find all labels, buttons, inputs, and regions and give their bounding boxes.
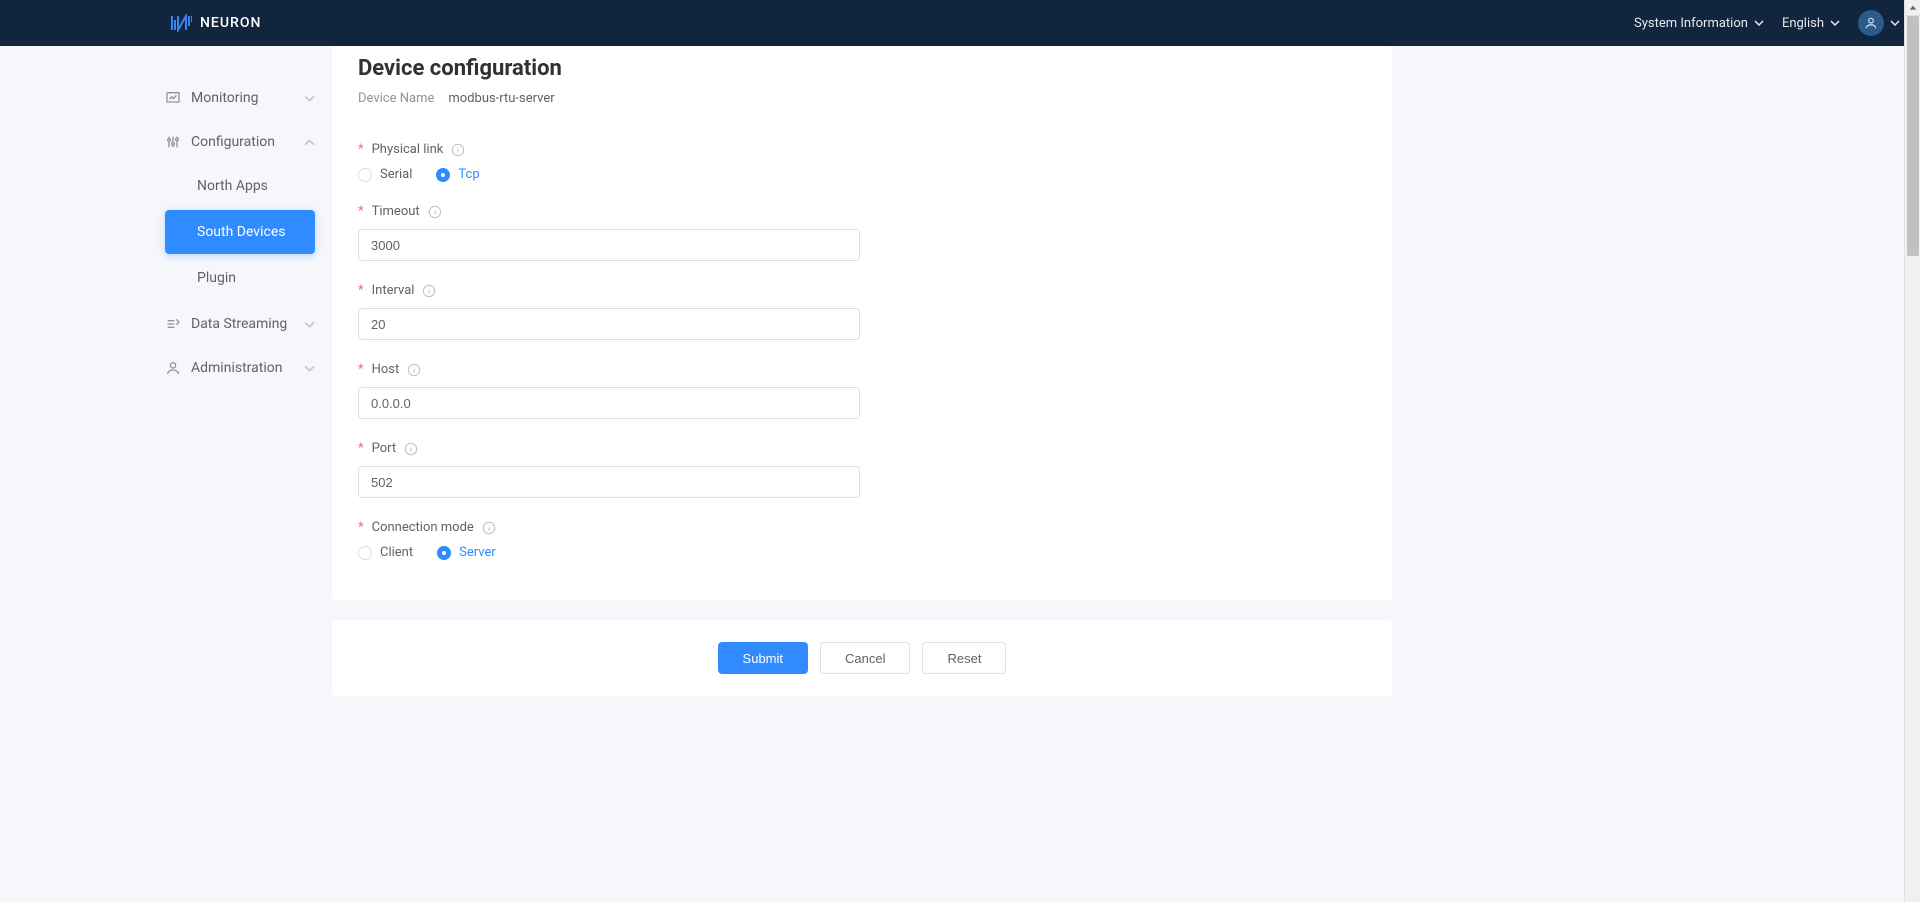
sidebar: Monitoring Configuration [0, 46, 332, 902]
required-star: * [358, 520, 364, 535]
host-label: Host [372, 362, 400, 377]
radio-label: Client [380, 545, 413, 560]
required-star: * [358, 142, 364, 157]
radio-label: Serial [380, 167, 412, 182]
radio-label: Tcp [458, 167, 479, 182]
chevron-down-icon [304, 363, 315, 374]
scroll-up-button[interactable] [1905, 0, 1920, 16]
device-name-label: Device Name [358, 91, 434, 106]
chevron-down-icon [304, 319, 315, 330]
radio-serial[interactable]: Serial [358, 167, 412, 182]
sidebar-item-plugin[interactable]: Plugin [165, 256, 315, 300]
info-icon[interactable] [422, 284, 436, 298]
monitoring-icon [165, 90, 181, 106]
chevron-down-icon [1830, 18, 1840, 28]
interval-input[interactable] [358, 308, 860, 340]
radio-icon [436, 168, 450, 182]
system-info-menu[interactable]: System Information [1634, 16, 1764, 31]
user-icon [1858, 10, 1884, 36]
host-input[interactable] [358, 387, 860, 419]
submit-button[interactable]: Submit [718, 642, 808, 674]
scrollbar[interactable] [1904, 0, 1920, 902]
timeout-label: Timeout [372, 204, 420, 219]
page-title: Device configuration [358, 56, 1212, 91]
physical-link-label: Physical link [372, 142, 444, 157]
connection-mode-label: Connection mode [372, 520, 474, 535]
form-group-host: * Host [358, 362, 1212, 419]
chevron-down-icon [1754, 18, 1764, 28]
radio-icon [358, 546, 372, 560]
radio-tcp[interactable]: Tcp [436, 167, 479, 182]
sidebar-label: Monitoring [191, 90, 294, 106]
sidebar-item-south-devices[interactable]: South Devices [165, 210, 315, 254]
radio-icon [437, 546, 451, 560]
sidebar-item-monitoring[interactable]: Monitoring [165, 76, 315, 120]
language-menu[interactable]: English [1782, 16, 1840, 31]
info-icon[interactable] [407, 363, 421, 377]
reset-button[interactable]: Reset [922, 642, 1006, 674]
required-star: * [358, 441, 364, 456]
chevron-down-icon [304, 93, 315, 104]
brand-logo[interactable]: NEURON [170, 14, 261, 32]
sidebar-label: North Apps [197, 178, 268, 194]
cancel-button[interactable]: Cancel [820, 642, 910, 674]
info-icon[interactable] [404, 442, 418, 456]
timeout-input[interactable] [358, 229, 860, 261]
scroll-thumb[interactable] [1907, 16, 1919, 256]
info-icon[interactable] [428, 205, 442, 219]
info-icon[interactable] [451, 143, 465, 157]
sidebar-label: Plugin [197, 270, 236, 286]
form-group-physical-link: * Physical link Serial Tcp [358, 142, 1212, 182]
topbar-right: System Information English [1634, 10, 1900, 36]
configuration-icon [165, 134, 181, 150]
topbar: NEURON System Information English [0, 0, 1920, 46]
port-input[interactable] [358, 466, 860, 498]
sidebar-item-configuration[interactable]: Configuration [165, 120, 315, 164]
data-streaming-icon [165, 316, 181, 332]
chevron-down-icon [1890, 18, 1900, 28]
chevron-up-icon [304, 137, 315, 148]
sidebar-item-administration[interactable]: Administration [165, 346, 315, 390]
radio-client[interactable]: Client [358, 545, 413, 560]
interval-label: Interval [372, 283, 415, 298]
radio-server[interactable]: Server [437, 545, 496, 560]
sidebar-label: Configuration [191, 134, 294, 150]
form-group-port: * Port [358, 441, 1212, 498]
device-name-value: modbus-rtu-server [448, 91, 554, 106]
required-star: * [358, 362, 364, 377]
footer-actions: Submit Cancel Reset [332, 620, 1392, 696]
sidebar-item-data-streaming[interactable]: Data Streaming [165, 302, 315, 346]
user-menu[interactable] [1858, 10, 1900, 36]
info-icon[interactable] [482, 521, 496, 535]
main-content: Device configuration Device Name modbus-… [332, 46, 1392, 902]
sidebar-label: South Devices [197, 224, 285, 240]
radio-label: Server [459, 545, 496, 560]
language-label: English [1782, 16, 1824, 31]
port-label: Port [372, 441, 397, 456]
sidebar-label: Data Streaming [191, 316, 294, 332]
required-star: * [358, 283, 364, 298]
system-info-label: System Information [1634, 16, 1748, 31]
brand-icon [170, 14, 192, 32]
brand-text: NEURON [200, 15, 261, 31]
required-star: * [358, 204, 364, 219]
form-group-interval: * Interval [358, 283, 1212, 340]
sidebar-item-north-apps[interactable]: North Apps [165, 164, 315, 208]
form-group-connection-mode: * Connection mode Client Ser [358, 520, 1212, 560]
sidebar-label: Administration [191, 360, 294, 376]
administration-icon [165, 360, 181, 376]
form-group-timeout: * Timeout [358, 204, 1212, 261]
radio-icon [358, 168, 372, 182]
